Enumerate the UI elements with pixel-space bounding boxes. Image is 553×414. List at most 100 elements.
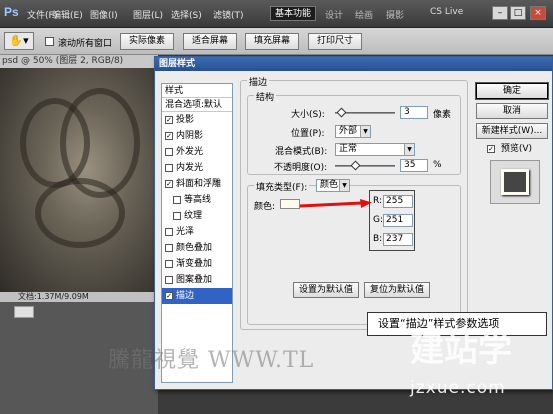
scroll-all-windows-label: 滚动所有窗口: [58, 39, 113, 49]
blue-input[interactable]: 237: [383, 233, 413, 246]
style-checkbox[interactable]: [173, 211, 181, 220]
style-item[interactable]: ✓ 内阴影: [162, 128, 232, 144]
thumbnail: [14, 306, 34, 318]
print-size-button[interactable]: 打印尺寸: [308, 33, 362, 50]
style-item[interactable]: 图案叠加: [162, 272, 232, 288]
style-checkbox[interactable]: [165, 163, 173, 172]
status-bar: 文档:1.37M/9.09M: [0, 292, 158, 302]
menu-edit[interactable]: 编辑(E): [52, 8, 83, 21]
style-checkbox[interactable]: [165, 275, 173, 284]
scroll-all-windows-checkbox[interactable]: [45, 37, 54, 46]
position-select[interactable]: 外部 ▼: [335, 125, 371, 138]
reset-default-button[interactable]: 复位为默认值: [364, 282, 430, 298]
opacity-input[interactable]: 35: [400, 159, 428, 172]
style-item-label: 内阴影: [176, 131, 204, 141]
opacity-label: 不透明度(O):: [274, 163, 328, 173]
red-row: R: 255: [373, 195, 413, 208]
blend-options-item[interactable]: 混合选项:默认: [162, 98, 232, 112]
style-item-label: 颜色叠加: [176, 243, 213, 253]
red-label: R:: [373, 196, 383, 206]
fill-screen-button[interactable]: 填充屏幕: [245, 33, 299, 50]
opacity-slider-knob[interactable]: [350, 160, 361, 171]
style-checkbox[interactable]: ✓: [165, 115, 173, 124]
document-canvas[interactable]: [0, 68, 158, 292]
style-item[interactable]: 渐变叠加: [162, 256, 232, 272]
document-tab[interactable]: psd @ 50% (图层 2, RGB/8): [0, 55, 158, 68]
style-item[interactable]: ✓ 投影: [162, 112, 232, 128]
actual-pixels-button[interactable]: 实际像素: [120, 33, 174, 50]
workspace-painting-link[interactable]: 绘画: [355, 8, 373, 21]
workspace-photo-link[interactable]: 摄影: [386, 8, 404, 21]
style-list-header[interactable]: 样式: [162, 84, 232, 98]
menu-bar: Ps 文件(F) 编辑(E) 图像(I) 图层(L) 选择(S) 滤镜(T) 基…: [0, 0, 553, 28]
size-label: 大小(S):: [291, 110, 325, 120]
close-button[interactable]: ×: [530, 6, 546, 20]
style-checkbox[interactable]: [173, 195, 181, 204]
style-item[interactable]: ✓ 描边: [162, 288, 232, 304]
blue-row: B: 237: [373, 233, 413, 246]
new-style-button[interactable]: 新建样式(W)...: [476, 123, 548, 139]
hand-tool-icon[interactable]: ✋▾: [4, 32, 34, 50]
style-checkbox[interactable]: [165, 227, 173, 236]
blend-mode-select[interactable]: 正常 ▼: [335, 143, 415, 156]
opacity-unit: %: [433, 160, 442, 170]
size-unit: 像素: [433, 110, 452, 120]
red-arrow-icon: [300, 199, 372, 208]
maximize-button[interactable]: □: [510, 6, 526, 20]
style-item-label: 图案叠加: [176, 275, 213, 285]
style-item-label: 描边: [176, 291, 195, 301]
fit-screen-button[interactable]: 适合屏幕: [183, 33, 237, 50]
style-item[interactable]: ✓ 斜面和浮雕: [162, 176, 232, 192]
photoshop-logo: Ps: [4, 5, 19, 19]
opacity-slider[interactable]: [335, 165, 395, 167]
preview-checkbox[interactable]: ✓: [487, 144, 495, 153]
workspace-essentials-button[interactable]: 基本功能: [270, 6, 316, 21]
style-checkbox[interactable]: ✓: [165, 291, 173, 300]
style-checkbox[interactable]: [165, 243, 173, 252]
style-item[interactable]: 光泽: [162, 224, 232, 240]
ok-button[interactable]: 确定: [475, 82, 549, 100]
style-item[interactable]: 外发光: [162, 144, 232, 160]
style-item-label: 投影: [176, 115, 195, 125]
site-logo-text: 建站学: [410, 330, 512, 370]
cs-live-button[interactable]: CS Live: [430, 7, 463, 17]
style-preview-thumbnail: [501, 169, 529, 195]
structure-group: 结构 大小(S): 3 像素 位置(P): 外部 ▼ 混合模式(B): 正常 ▼…: [247, 90, 461, 175]
style-checkbox[interactable]: [165, 147, 173, 156]
green-input[interactable]: 251: [383, 214, 413, 227]
menu-select[interactable]: 选择(S): [171, 8, 202, 21]
size-slider-knob[interactable]: [336, 107, 347, 118]
style-item[interactable]: 内发光: [162, 160, 232, 176]
style-checkbox[interactable]: ✓: [165, 179, 173, 188]
fill-type-label: 填充类型(F):: [254, 180, 310, 193]
style-item[interactable]: 纹理: [162, 208, 232, 224]
style-preview: [490, 160, 540, 204]
cancel-button[interactable]: 取消: [476, 103, 548, 119]
style-item[interactable]: 颜色叠加: [162, 240, 232, 256]
style-checkbox[interactable]: ✓: [165, 131, 173, 140]
menu-image[interactable]: 图像(I): [90, 8, 118, 21]
fill-type-select[interactable]: 颜色 ▼: [316, 179, 350, 192]
chevron-down-icon: ▼: [404, 144, 414, 155]
size-input[interactable]: 3: [400, 106, 428, 119]
preview-label: 预览(V): [500, 144, 533, 154]
menu-filter[interactable]: 滤镜(T): [213, 8, 244, 21]
preview-option[interactable]: ✓ 预览(V): [487, 141, 532, 154]
menu-layer[interactable]: 图层(L): [133, 8, 163, 21]
style-item[interactable]: 等高线: [162, 192, 232, 208]
site-logo-url: jzxue.com: [410, 378, 506, 398]
style-checkbox[interactable]: [165, 259, 173, 268]
set-default-button[interactable]: 设置为默认值: [293, 282, 359, 298]
style-item-label: 光泽: [176, 227, 195, 237]
color-label: 颜色:: [254, 202, 276, 212]
position-value: 外部: [339, 126, 358, 136]
dialog-title: 图层样式: [155, 57, 552, 71]
style-item-label: 外发光: [176, 147, 204, 157]
color-swatch[interactable]: [280, 199, 300, 209]
style-item-label: 斜面和浮雕: [176, 179, 222, 189]
minimize-button[interactable]: –: [492, 6, 508, 20]
style-item-label: 渐变叠加: [176, 259, 213, 269]
workspace-design-link[interactable]: 设计: [325, 8, 343, 21]
style-list: 样式 混合选项:默认 ✓ 投影 ✓ 内阴影 外发光 内发光 ✓ 斜面和浮雕 等高线 纹理 光泽 颜色叠…: [161, 83, 233, 383]
red-input[interactable]: 255: [383, 195, 413, 208]
